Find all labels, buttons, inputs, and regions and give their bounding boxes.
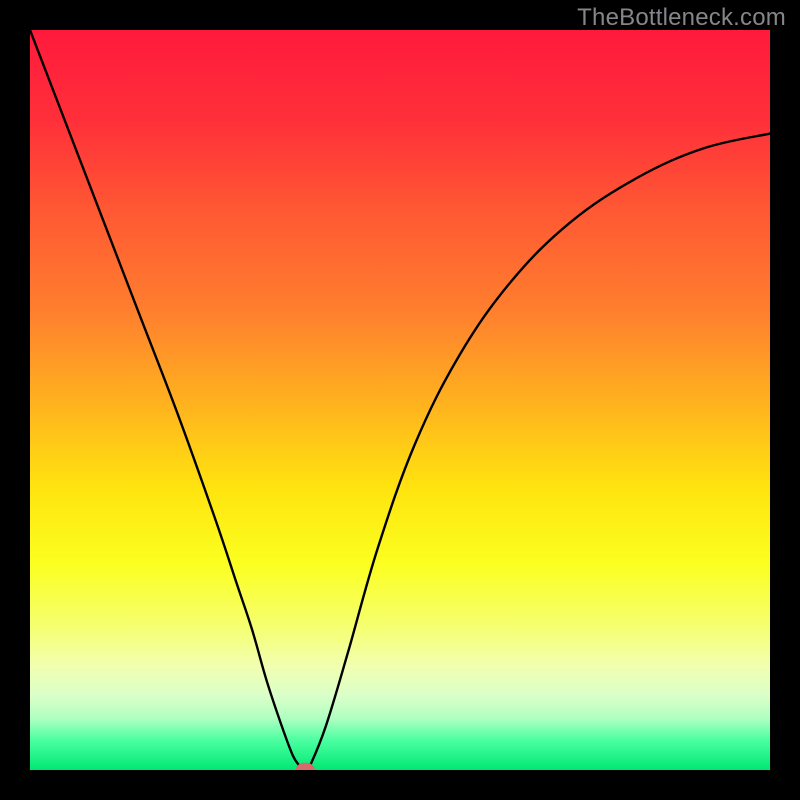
- chart-frame: [30, 30, 770, 770]
- chart-svg: [30, 30, 770, 770]
- chart-background: [30, 30, 770, 770]
- watermark-text: TheBottleneck.com: [577, 4, 786, 32]
